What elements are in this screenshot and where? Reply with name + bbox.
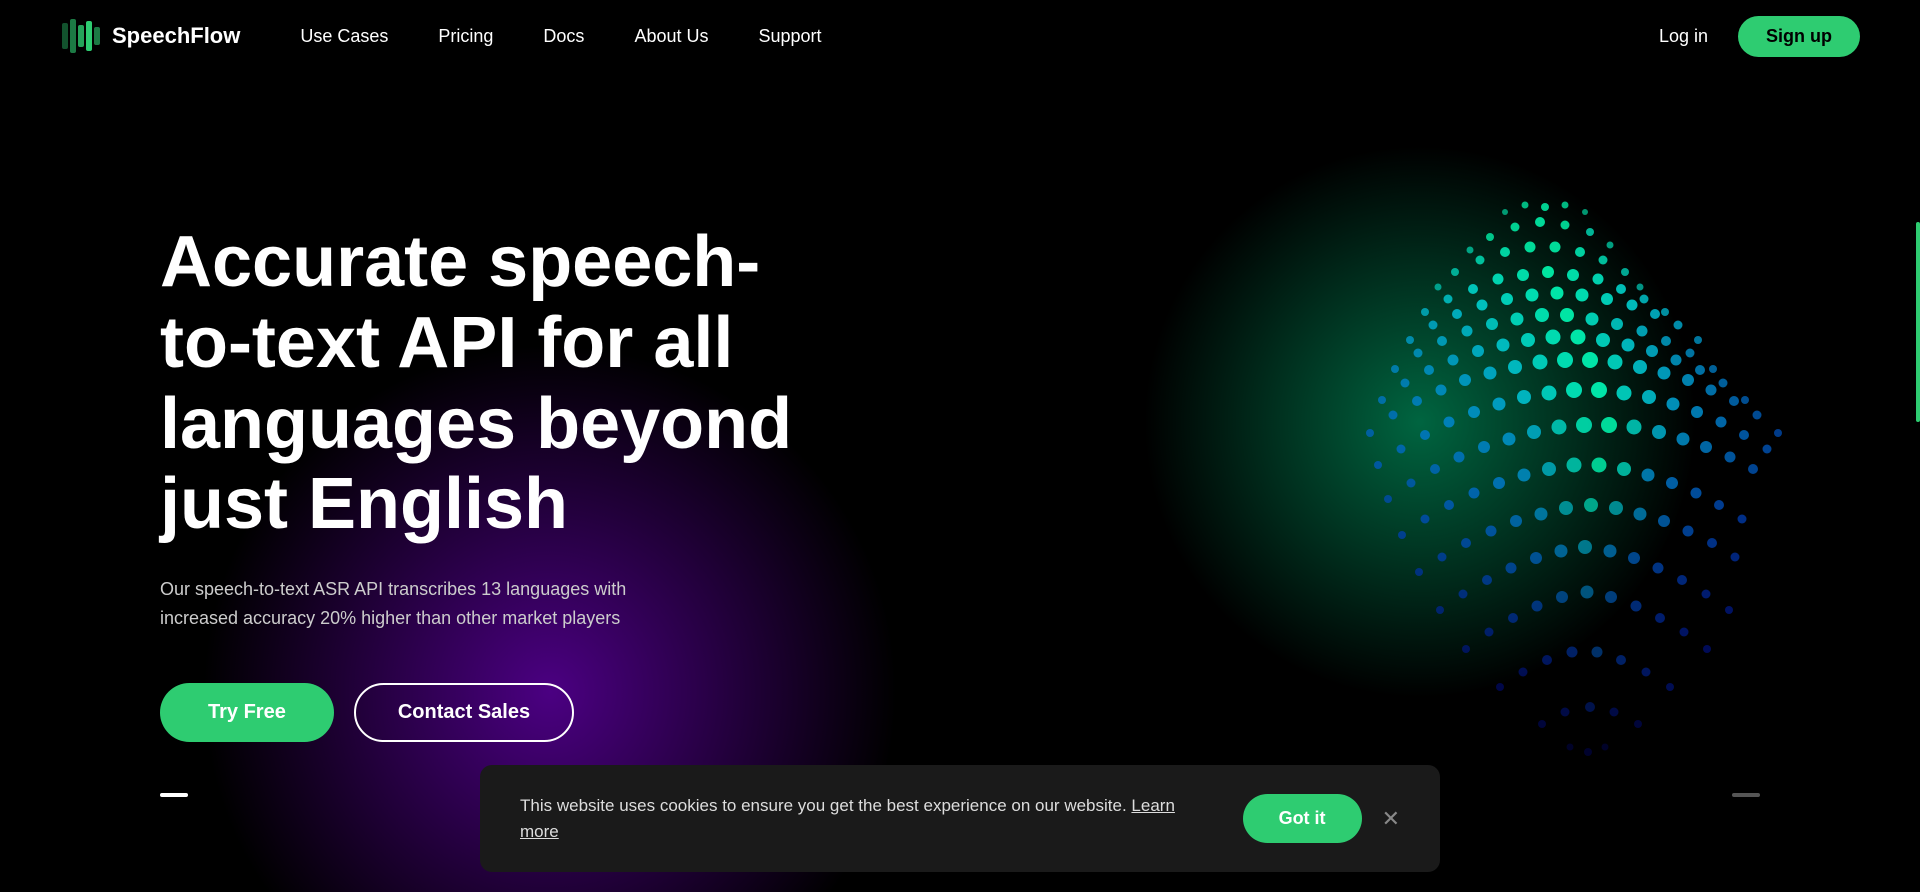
cookie-text: This website uses cookies to ensure you …: [520, 793, 1203, 844]
hero-content: Accurate speech-to-text API for all lang…: [0, 222, 800, 741]
try-free-button[interactable]: Try Free: [160, 683, 334, 742]
nav-right: Log in Sign up: [1659, 16, 1860, 57]
brand-name: SpeechFlow: [112, 23, 240, 49]
signup-button[interactable]: Sign up: [1738, 16, 1860, 57]
nav-pricing[interactable]: Pricing: [438, 26, 493, 47]
scroll-accent: [1916, 222, 1920, 422]
slide-indicator-active: [160, 793, 188, 797]
navbar: SpeechFlow Use Cases Pricing Docs About …: [0, 0, 1920, 72]
login-button[interactable]: Log in: [1659, 26, 1708, 47]
close-icon: ✕: [1382, 806, 1400, 831]
hero-buttons: Try Free Contact Sales: [160, 683, 800, 742]
cookie-banner: This website uses cookies to ensure you …: [480, 765, 1440, 872]
slide-indicator-inactive: [1732, 793, 1760, 797]
hero-subtitle: Our speech-to-text ASR API transcribes 1…: [160, 575, 640, 633]
hero-title: Accurate speech-to-text API for all lang…: [160, 222, 800, 545]
logo-icon: [60, 15, 102, 57]
nav-use-cases[interactable]: Use Cases: [300, 26, 388, 47]
nav-links: Use Cases Pricing Docs About Us Support: [300, 26, 1659, 47]
contact-sales-button[interactable]: Contact Sales: [354, 683, 574, 742]
cookie-actions: Got it ✕: [1243, 794, 1400, 843]
logo-area[interactable]: SpeechFlow: [60, 15, 240, 57]
got-it-button[interactable]: Got it: [1243, 794, 1362, 843]
nav-support[interactable]: Support: [758, 26, 821, 47]
nav-docs[interactable]: Docs: [543, 26, 584, 47]
brain-visualization: [1270, 157, 1820, 807]
nav-about-us[interactable]: About Us: [634, 26, 708, 47]
close-cookie-button[interactable]: ✕: [1382, 808, 1400, 830]
hero-section: Accurate speech-to-text API for all lang…: [0, 72, 1920, 892]
